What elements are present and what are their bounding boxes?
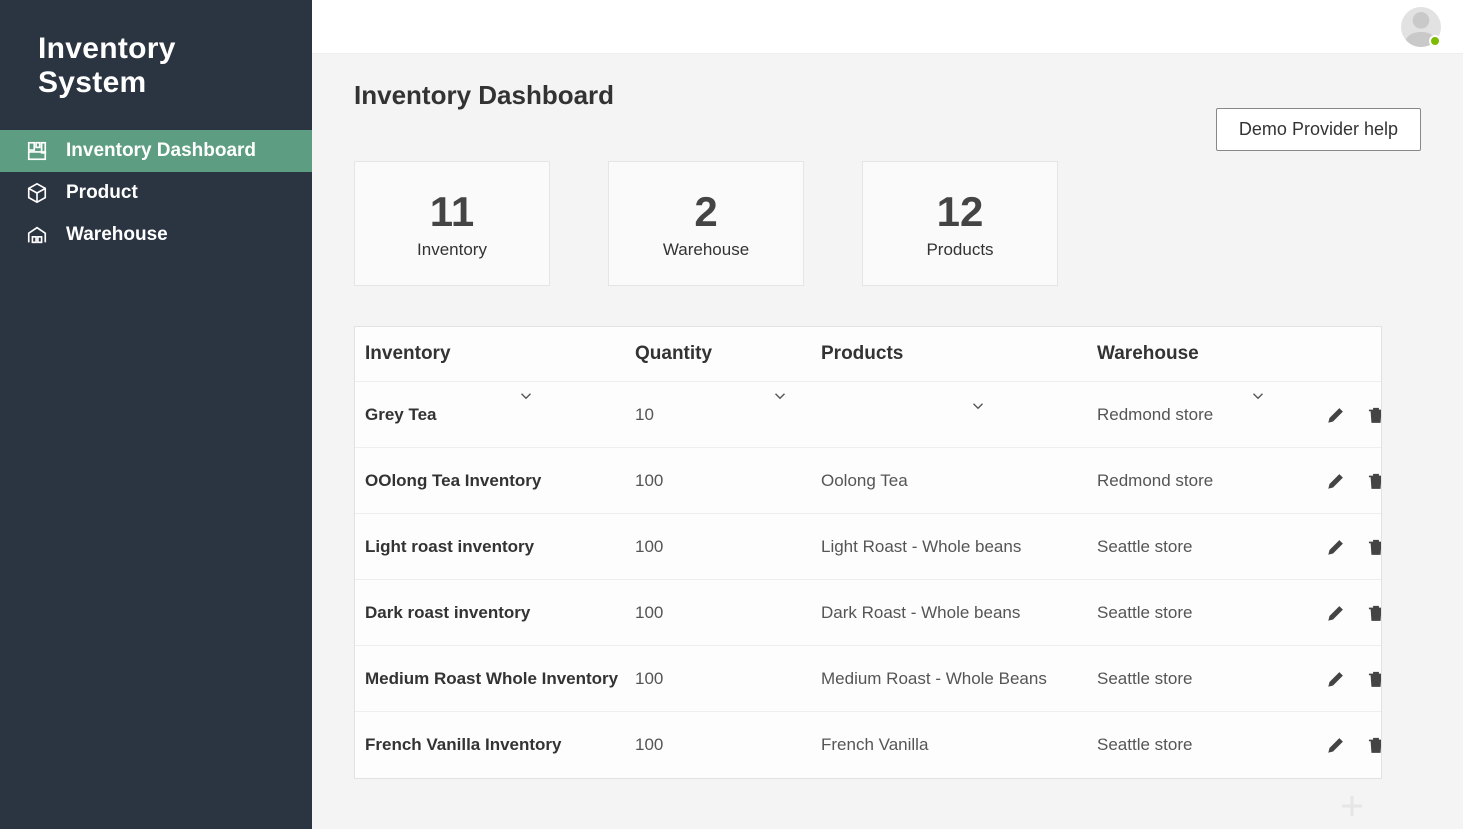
dashboard-icon (26, 140, 48, 162)
edit-button[interactable] (1325, 668, 1347, 690)
sidebar-item-warehouse[interactable]: Warehouse (0, 214, 312, 256)
delete-button[interactable] (1365, 470, 1381, 492)
cell-quantity: 10 (635, 405, 821, 425)
edit-button[interactable] (1325, 470, 1347, 492)
col-warehouse[interactable]: Warehouse (1097, 343, 1371, 365)
cell-inventory: OOlong Tea Inventory (365, 471, 635, 491)
filter-chevron-products[interactable] (969, 397, 987, 415)
cell-warehouse: Redmond store (1097, 471, 1297, 491)
cell-quantity: 100 (635, 735, 821, 755)
delete-button[interactable] (1365, 734, 1381, 756)
sidebar: Inventory System Inventory Dashboard (0, 0, 312, 829)
sidebar-item-label: Warehouse (66, 224, 168, 246)
cell-warehouse: Seattle store (1097, 669, 1297, 689)
cell-inventory: Light roast inventory (365, 537, 635, 557)
filter-chevron-inventory[interactable] (517, 387, 535, 405)
cell-products: French Vanilla (821, 735, 1097, 755)
topbar (312, 0, 1463, 54)
warehouse-icon (26, 224, 48, 246)
cell-products: Dark Roast - Whole beans (821, 603, 1097, 623)
stat-label: Products (926, 240, 993, 260)
sidebar-nav: Inventory Dashboard Product (0, 130, 312, 256)
page-title: Inventory Dashboard (354, 80, 614, 111)
cell-inventory: Dark roast inventory (365, 603, 635, 623)
edit-button[interactable] (1325, 404, 1347, 426)
cell-warehouse: Seattle store (1097, 735, 1297, 755)
cell-products: Medium Roast - Whole Beans (821, 669, 1097, 689)
table-row: Light roast inventory 100 Light Roast - … (355, 514, 1381, 580)
add-button[interactable] (1329, 783, 1375, 829)
stat-cards: 11 Inventory 2 Warehouse 12 Products (354, 161, 1421, 286)
cell-quantity: 100 (635, 669, 821, 689)
table-row: French Vanilla Inventory 100 French Vani… (355, 712, 1381, 778)
cell-quantity: 100 (635, 603, 821, 623)
edit-button[interactable] (1325, 734, 1347, 756)
cell-warehouse: Seattle store (1097, 537, 1297, 557)
stat-value: 11 (430, 188, 474, 236)
cell-inventory: Grey Tea (365, 405, 635, 425)
demo-provider-help-button[interactable]: Demo Provider help (1216, 108, 1421, 151)
filter-chevron-quantity[interactable] (771, 387, 789, 405)
cell-quantity: 100 (635, 471, 821, 491)
stat-label: Warehouse (663, 240, 749, 260)
table-row: OOlong Tea Inventory 100 Oolong Tea Redm… (355, 448, 1381, 514)
sidebar-item-label: Product (66, 182, 138, 204)
cell-quantity: 100 (635, 537, 821, 557)
table-body: Grey Tea 10 Redmond store (355, 382, 1381, 778)
delete-button[interactable] (1365, 536, 1381, 558)
cell-inventory: French Vanilla Inventory (365, 735, 635, 755)
table-row: Grey Tea 10 Redmond store (355, 382, 1381, 448)
app-title: Inventory System (0, 0, 312, 130)
col-inventory[interactable]: Inventory (365, 343, 635, 365)
inventory-table: Inventory Quantity Products Warehouse Gr… (354, 326, 1382, 779)
cell-warehouse: Seattle store (1097, 603, 1297, 623)
sidebar-item-label: Inventory Dashboard (66, 140, 256, 162)
cell-products: Light Roast - Whole beans (821, 537, 1097, 557)
edit-button[interactable] (1325, 536, 1347, 558)
col-products[interactable]: Products (821, 343, 1097, 365)
cell-products: Oolong Tea (821, 471, 1097, 491)
user-avatar[interactable] (1401, 7, 1441, 47)
cell-inventory: Medium Roast Whole Inventory (365, 669, 635, 689)
table-header: Inventory Quantity Products Warehouse (355, 327, 1381, 382)
stat-label: Inventory (417, 240, 487, 260)
stat-card-inventory: 11 Inventory (354, 161, 550, 286)
stat-value: 12 (937, 188, 984, 236)
stat-card-products: 12 Products (862, 161, 1058, 286)
delete-button[interactable] (1365, 668, 1381, 690)
col-quantity[interactable]: Quantity (635, 343, 821, 365)
cell-warehouse: Redmond store (1097, 405, 1297, 425)
table-row: Medium Roast Whole Inventory 100 Medium … (355, 646, 1381, 712)
filter-chevron-warehouse[interactable] (1249, 387, 1267, 405)
delete-button[interactable] (1365, 404, 1381, 426)
plus-icon (1337, 791, 1367, 821)
stat-card-warehouse: 2 Warehouse (608, 161, 804, 286)
package-icon (26, 182, 48, 204)
edit-button[interactable] (1325, 602, 1347, 624)
delete-button[interactable] (1365, 602, 1381, 624)
sidebar-item-product[interactable]: Product (0, 172, 312, 214)
sidebar-item-inventory-dashboard[interactable]: Inventory Dashboard (0, 130, 312, 172)
stat-value: 2 (694, 188, 717, 236)
presence-status-dot (1429, 35, 1441, 47)
table-row: Dark roast inventory 100 Dark Roast - Wh… (355, 580, 1381, 646)
